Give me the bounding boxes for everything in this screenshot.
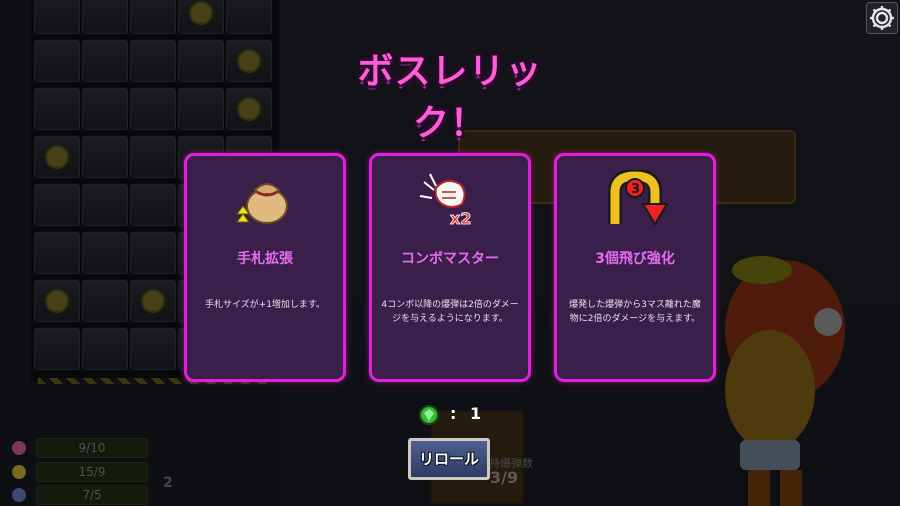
relic-card-description: 手札サイズが+1増加します。 (204, 300, 326, 310)
settings-button[interactable] (866, 2, 898, 34)
relic-card-title: 手札拡張 (237, 251, 293, 267)
gem-count-value: 1 (470, 404, 482, 423)
svg-text:3: 3 (631, 182, 640, 197)
relic-card-title: 3個飛び強化 (595, 251, 675, 267)
u-turn-arrow-3-icon: 3 (608, 170, 669, 226)
relic-card-title: コンボマスター (401, 251, 499, 267)
svg-text:x2: x2 (450, 209, 471, 228)
green-gem-icon (419, 405, 439, 425)
gear-icon (870, 6, 894, 30)
relic-card-hand-expansion[interactable]: 手札拡張 手札サイズが+1増加します。 (184, 153, 346, 382)
fist-x2-icon: x2 (419, 173, 472, 228)
relic-card-triple-jump[interactable]: 3 3個飛び強化 爆発した爆弾から3マス離れた魔物に2倍のダメージを与えます。 (554, 153, 716, 382)
reroll-gem-counter: : 1 (418, 404, 498, 426)
relic-card-description: 爆発した爆弾から3マス離れた魔物に2倍のダメージを与えます。 (569, 300, 701, 324)
relic-card-combo-master[interactable]: x2 コンボマスター 4コンボ以降の爆弾は2倍のダメージを与えるようになります。 (369, 153, 531, 382)
boss-relic-title: ボスレリック！ (357, 51, 543, 144)
money-bag-icon (236, 183, 288, 224)
relic-card-description: 4コンボ以降の爆弾は2倍のダメージを与えるようになります。 (381, 300, 519, 324)
gem-count-separator: : (450, 404, 457, 423)
reroll-button[interactable]: リロール (408, 438, 490, 480)
